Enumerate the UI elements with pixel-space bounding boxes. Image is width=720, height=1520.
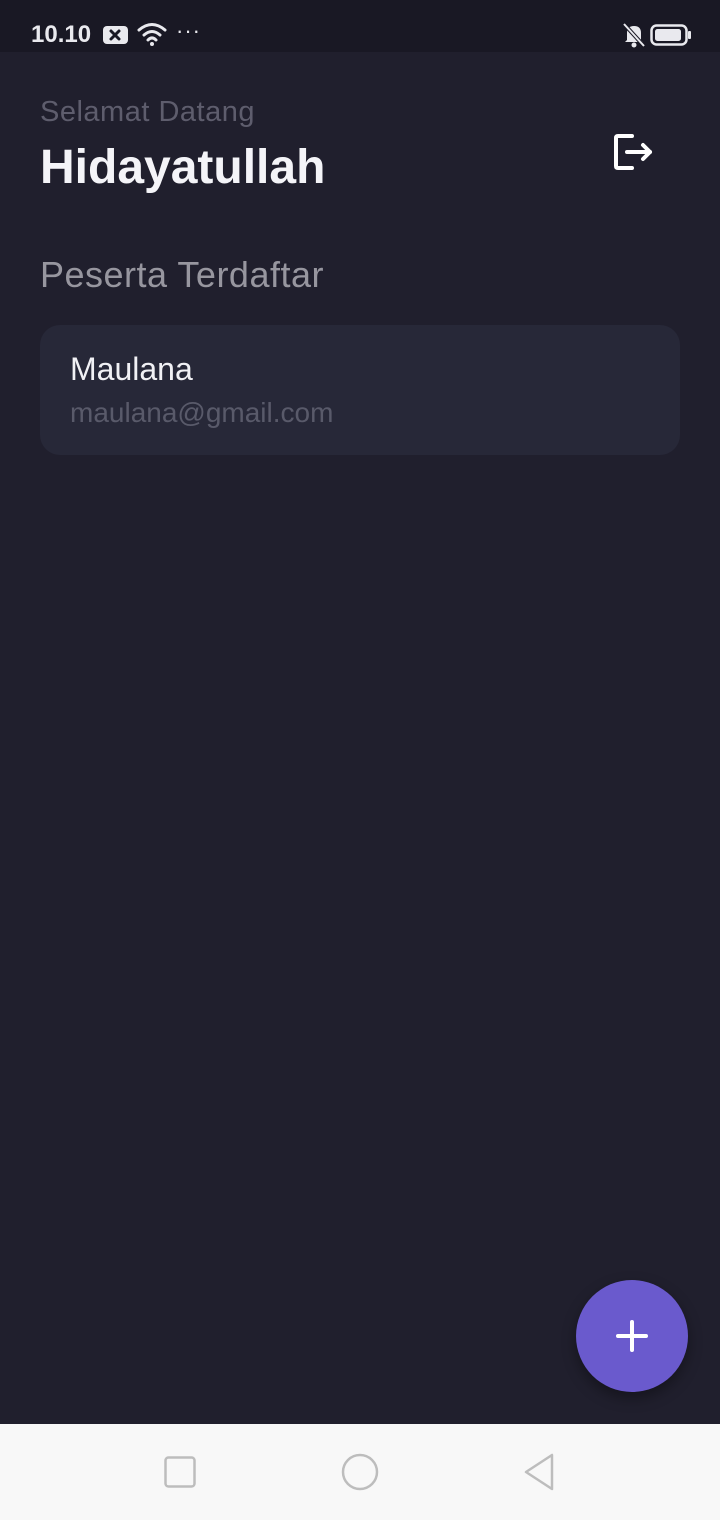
add-participant-button[interactable]	[576, 1280, 688, 1392]
section-title: Peserta Terdaftar	[40, 254, 324, 295]
status-more-indicator: ···	[176, 18, 201, 43]
wifi-icon	[137, 23, 167, 46]
back-triangle-icon	[524, 1453, 554, 1491]
system-nav-bar	[0, 1424, 720, 1520]
participant-email: maulana@gmail.com	[70, 397, 334, 428]
status-time: 10.10	[31, 21, 92, 48]
recents-square-icon	[164, 1456, 196, 1488]
status-bar: 10.10 ···	[0, 0, 720, 52]
home-circle-icon	[341, 1453, 379, 1491]
bell-off-icon	[622, 22, 646, 48]
participant-list: Maulana maulana@gmail.com	[40, 325, 680, 455]
user-name-title: Hidayatullah	[40, 141, 326, 194]
logout-icon	[614, 134, 652, 170]
app-screen: 10.10 ··· Selamat Datang Hidayatullah Pe…	[0, 0, 720, 1520]
plus-icon	[616, 1320, 648, 1352]
participant-name: Maulana	[70, 351, 193, 387]
back-button[interactable]	[512, 1444, 568, 1500]
notification-x-icon	[103, 26, 128, 44]
battery-icon	[650, 24, 691, 46]
home-button[interactable]	[332, 1444, 388, 1500]
list-item[interactable]: Maulana maulana@gmail.com	[40, 325, 680, 455]
greeting-label: Selamat Datang	[40, 96, 255, 128]
logout-button[interactable]	[600, 120, 664, 184]
recents-button[interactable]	[152, 1444, 208, 1500]
